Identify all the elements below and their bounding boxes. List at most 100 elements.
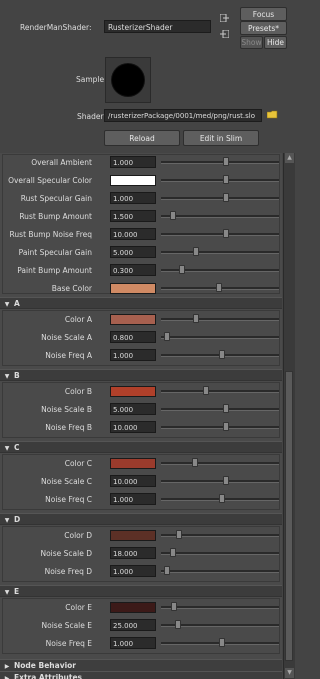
section-header-a[interactable]: ▼ A: [0, 297, 282, 309]
noise-freq-e-slider-handle[interactable]: [219, 638, 226, 647]
paint-specular-gain-slider-handle[interactable]: [193, 247, 200, 256]
noise-scale-c-slider[interactable]: [161, 480, 279, 483]
collapse-arrow-icon[interactable]: ▼: [0, 371, 14, 382]
noise-scale-a-slider[interactable]: [161, 336, 279, 339]
base-color-swatch[interactable]: [110, 283, 156, 294]
color-a-slider-handle[interactable]: [193, 314, 200, 323]
overall-ambient-slider[interactable]: [161, 161, 279, 164]
noise-freq-d-slider-handle[interactable]: [163, 566, 170, 575]
collapse-arrow-icon[interactable]: ▼: [0, 299, 14, 310]
noise-freq-a-field[interactable]: 1.000: [110, 349, 156, 361]
scroll-up-arrow[interactable]: ▲: [285, 153, 294, 163]
noise-freq-d-slider[interactable]: [161, 570, 279, 573]
section-header-d[interactable]: ▼ D: [0, 513, 282, 525]
output-connection-icon[interactable]: [220, 29, 230, 39]
noise-scale-e-field[interactable]: 25.000: [110, 619, 156, 631]
noise-scale-c-slider-handle[interactable]: [222, 476, 229, 485]
rust-specular-gain-slider[interactable]: [161, 197, 279, 200]
color-b-swatch[interactable]: [110, 386, 156, 397]
rust-bump-noise-freq-label: Rust Bump Noise Freq: [9, 230, 92, 239]
hide-button[interactable]: Hide: [264, 36, 287, 49]
noise-scale-a-slider-handle[interactable]: [163, 332, 170, 341]
noise-scale-d-slider[interactable]: [161, 552, 279, 555]
vertical-scrollbar[interactable]: ▲ ▼: [283, 153, 295, 679]
noise-freq-a-slider-handle[interactable]: [219, 350, 226, 359]
rust-bump-amount-slider[interactable]: [161, 215, 279, 218]
noise-scale-b-slider[interactable]: [161, 408, 279, 411]
color-d-swatch[interactable]: [110, 530, 156, 541]
shader-node-field[interactable]: RusterizerShader: [104, 20, 211, 33]
color-e-slider-handle[interactable]: [170, 602, 177, 611]
reload-button[interactable]: Reload: [104, 130, 180, 146]
overall-ambient-field[interactable]: 1.000: [110, 156, 156, 168]
noise-scale-d-field[interactable]: 18.000: [110, 547, 156, 559]
rust-specular-gain-slider-handle[interactable]: [222, 193, 229, 202]
noise-scale-c-field[interactable]: 10.000: [110, 475, 156, 487]
section-header-c[interactable]: ▼ C: [0, 441, 282, 453]
noise-scale-b-field[interactable]: 5.000: [110, 403, 156, 415]
noise-freq-b-slider[interactable]: [161, 426, 279, 429]
rust-bump-amount-field[interactable]: 1.500: [110, 210, 156, 222]
scrollbar-thumb[interactable]: [285, 371, 293, 661]
noise-freq-e-field[interactable]: 1.000: [110, 637, 156, 649]
overall-specular-color-swatch[interactable]: [110, 175, 156, 186]
input-connection-icon[interactable]: [219, 13, 229, 23]
edit-in-slim-button[interactable]: Edit in Slim: [183, 130, 259, 146]
color-c-swatch[interactable]: [110, 458, 156, 469]
paint-specular-gain-field[interactable]: 5.000: [110, 246, 156, 258]
folder-icon[interactable]: [266, 110, 278, 119]
color-b-slider[interactable]: [161, 390, 279, 393]
collapse-arrow-icon[interactable]: ▼: [0, 515, 14, 526]
section-extra-attributes[interactable]: ▶ Extra Attributes: [0, 671, 282, 679]
section-header-e[interactable]: ▼ E: [0, 585, 282, 597]
noise-scale-b-slider-handle[interactable]: [222, 404, 229, 413]
paint-specular-gain-slider[interactable]: [161, 251, 279, 254]
color-e-swatch[interactable]: [110, 602, 156, 613]
noise-scale-e-label: Noise Scale E: [41, 621, 93, 630]
collapse-arrow-icon[interactable]: ▼: [0, 587, 14, 598]
rust-bump-amount-label: Rust Bump Amount: [19, 212, 92, 221]
noise-freq-c-field[interactable]: 1.000: [110, 493, 156, 505]
overall-specular-color-slider-handle[interactable]: [222, 175, 229, 184]
collapse-arrow-icon[interactable]: ▼: [0, 443, 14, 454]
base-color-slider-handle[interactable]: [215, 283, 222, 292]
color-b-slider-handle[interactable]: [202, 386, 209, 395]
noise-freq-b-slider-handle[interactable]: [222, 422, 229, 431]
rust-bump-noise-freq-slider[interactable]: [161, 233, 279, 236]
color-c-label: Color C: [64, 459, 92, 468]
presets-button[interactable]: Presets*: [240, 21, 287, 35]
shader-node-label: RenderManShader:: [20, 23, 92, 32]
color-c-slider[interactable]: [161, 462, 279, 465]
overall-ambient-slider-handle[interactable]: [222, 157, 229, 166]
scroll-down-arrow[interactable]: ▼: [285, 668, 294, 678]
section-header-b[interactable]: ▼ B: [0, 369, 282, 381]
color-a-slider[interactable]: [161, 318, 279, 321]
noise-freq-d-field[interactable]: 1.000: [110, 565, 156, 577]
noise-freq-c-slider-handle[interactable]: [219, 494, 226, 503]
color-c-slider-handle[interactable]: [192, 458, 199, 467]
noise-freq-b-field[interactable]: 10.000: [110, 421, 156, 433]
overall-specular-color-slider[interactable]: [161, 179, 279, 182]
noise-scale-e-slider-handle[interactable]: [174, 620, 181, 629]
expand-arrow-icon[interactable]: ▶: [0, 673, 14, 679]
color-e-slider[interactable]: [161, 606, 279, 609]
rust-bump-noise-freq-slider-handle[interactable]: [222, 229, 229, 238]
focus-button[interactable]: Focus: [240, 7, 287, 21]
base-color-label: Base Color: [51, 284, 92, 293]
section-node-behavior[interactable]: ▶ Node Behavior: [0, 659, 282, 671]
color-d-slider-handle[interactable]: [175, 530, 182, 539]
paint-specular-gain-label: Paint Specular Gain: [18, 248, 92, 257]
show-button[interactable]: Show: [240, 36, 263, 49]
noise-scale-d-slider-handle[interactable]: [169, 548, 176, 557]
rust-bump-noise-freq-field[interactable]: 10.000: [110, 228, 156, 240]
noise-freq-a-label: Noise Freq A: [45, 351, 92, 360]
rust-specular-gain-field[interactable]: 1.000: [110, 192, 156, 204]
noise-scale-a-field[interactable]: 0.800: [110, 331, 156, 343]
paint-bump-amount-slider-handle[interactable]: [179, 265, 186, 274]
section-title: B: [14, 371, 20, 380]
shader-path-field[interactable]: /rusterizerPackage/0001/med/png/rust.slo: [104, 109, 262, 122]
noise-freq-b-label: Noise Freq B: [45, 423, 92, 432]
paint-bump-amount-field[interactable]: 0.300: [110, 264, 156, 276]
color-a-swatch[interactable]: [110, 314, 156, 325]
rust-bump-amount-slider-handle[interactable]: [169, 211, 176, 220]
